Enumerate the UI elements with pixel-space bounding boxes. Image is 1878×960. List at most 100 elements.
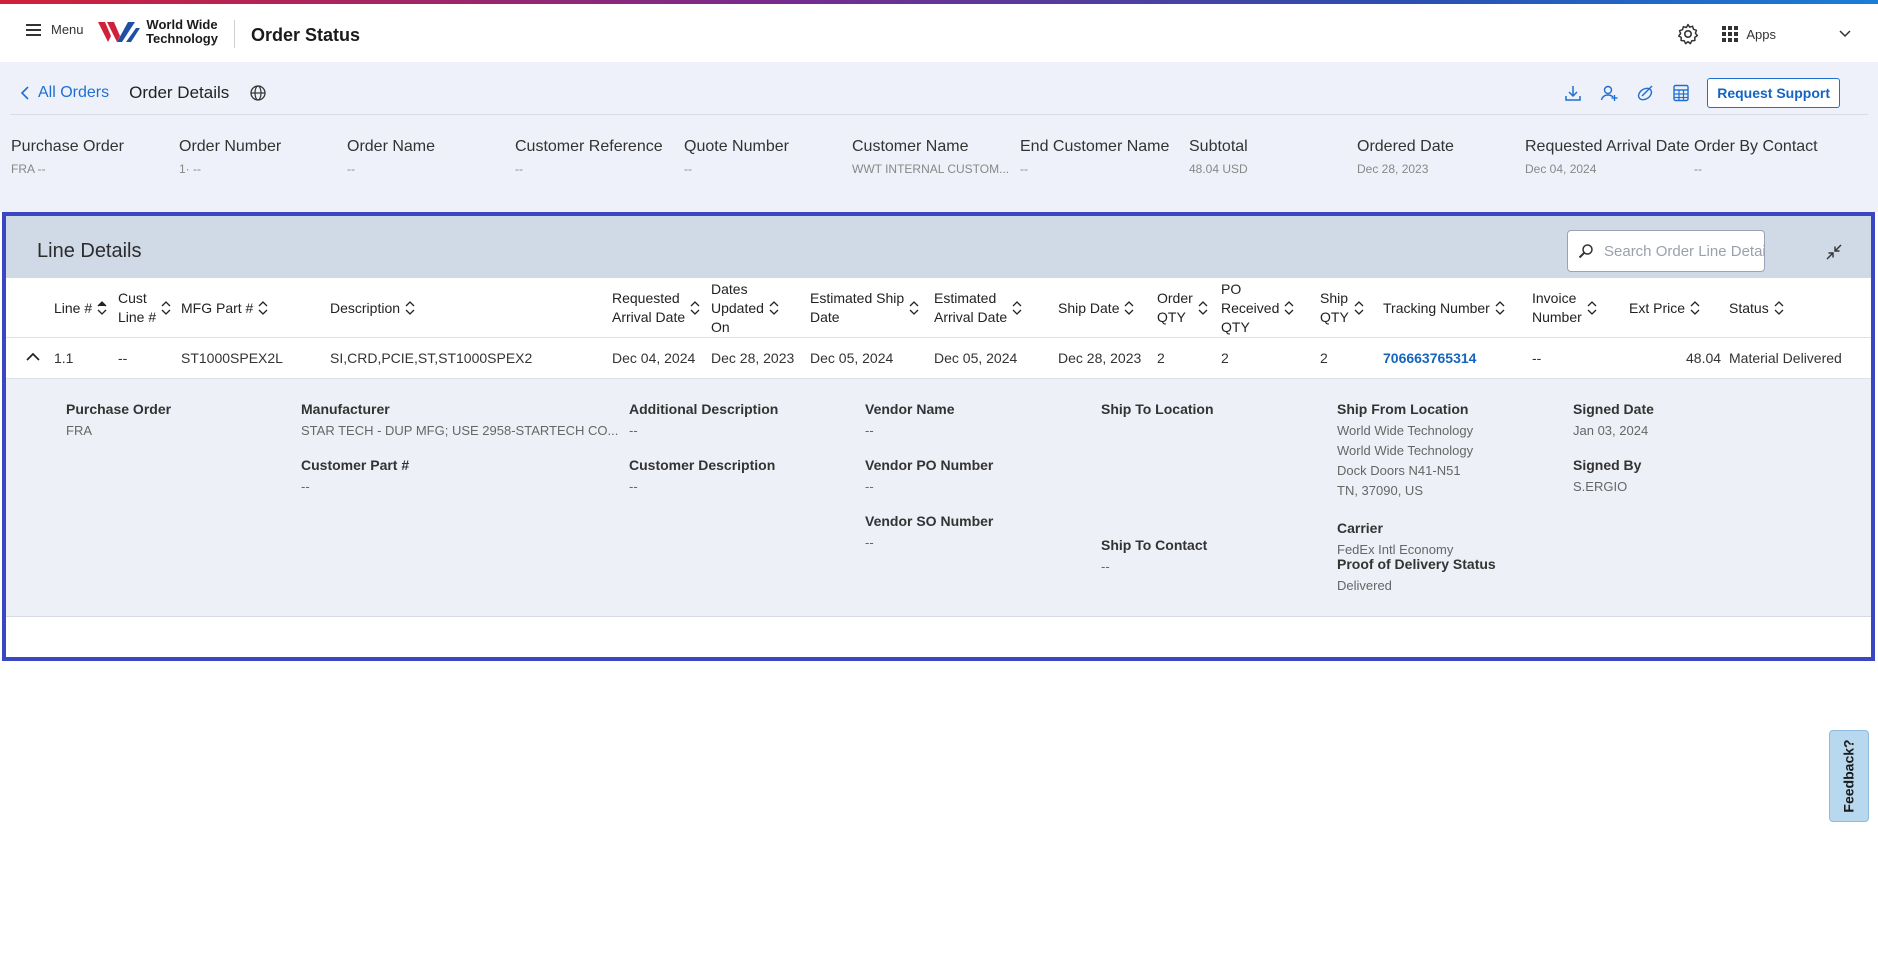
summary-end-customer-name: End Customer Name -- xyxy=(1020,138,1169,176)
column-header-line: Number xyxy=(1532,309,1582,325)
detail-value: -- xyxy=(629,479,638,494)
sort-icon[interactable] xyxy=(1198,301,1208,315)
all-orders-link[interactable]: All Orders xyxy=(20,84,109,102)
summary-key: Order By Contact xyxy=(1694,138,1818,155)
column-header-mfg-part[interactable]: MFG Part # xyxy=(181,278,321,338)
column-header-line: Arrival Date xyxy=(612,309,686,325)
calculator-icon[interactable] xyxy=(1671,83,1691,103)
sort-icon[interactable] xyxy=(1587,301,1597,315)
column-header-requested-arrival[interactable]: Requested Arrival Date xyxy=(612,278,707,338)
column-header-tracking-number[interactable]: Tracking Number xyxy=(1383,278,1523,338)
detail-key: Vendor SO Number xyxy=(865,513,994,529)
column-header-ship-qty[interactable]: Ship QTY xyxy=(1320,278,1378,338)
summary-key: Order Number xyxy=(179,138,282,155)
column-header-ext-price[interactable]: Ext Price xyxy=(1629,278,1724,338)
menu-icon xyxy=(26,23,41,36)
feedback-tab[interactable]: Feedback? xyxy=(1829,730,1869,822)
user-add-icon[interactable] xyxy=(1599,83,1619,103)
link-icon[interactable] xyxy=(1635,83,1655,103)
summary-key: Quote Number xyxy=(684,138,789,155)
detail-key: Ship To Contact xyxy=(1101,537,1208,553)
line-details-header: Line Details xyxy=(6,216,1871,278)
column-header-label: MFG Part # xyxy=(181,299,253,318)
column-header-status[interactable]: Status xyxy=(1729,278,1839,338)
summary-value: WWT INTERNAL CUSTOM... xyxy=(852,162,1010,176)
column-header-label: Description xyxy=(330,299,400,318)
cell-line: 1.1 xyxy=(54,350,74,366)
column-header-line: Ext Price xyxy=(1629,299,1686,316)
line-details-title: Line Details xyxy=(37,240,142,262)
column-header-line[interactable]: Line # xyxy=(54,278,109,338)
sort-icon[interactable] xyxy=(1690,301,1700,315)
request-support-button[interactable]: Request Support xyxy=(1707,78,1840,108)
detail-additional-description: Additional Description -- xyxy=(629,401,778,441)
column-header-order-qty[interactable]: Order QTY xyxy=(1157,278,1215,338)
sort-icon[interactable] xyxy=(97,301,107,315)
detail-ship-from-location: Ship From Location World Wide Technology… xyxy=(1337,401,1473,501)
chevron-down-icon[interactable] xyxy=(1838,27,1852,41)
sort-icon[interactable] xyxy=(1495,301,1505,315)
detail-value[interactable]: -- xyxy=(865,477,993,497)
table-row[interactable]: 1.1 -- ST1000SPEX2L SI,CRD,PCIE,ST,ST100… xyxy=(6,338,1871,379)
sort-icon[interactable] xyxy=(1012,301,1022,315)
sort-icon[interactable] xyxy=(909,301,919,315)
gear-icon[interactable] xyxy=(1676,22,1700,46)
detail-value: STAR TECH - DUP MFG; USE 2958-STARTECH C… xyxy=(301,423,619,438)
column-header-label: Invoice Number xyxy=(1532,289,1582,327)
sort-icon[interactable] xyxy=(1354,301,1364,315)
column-header-est-arrival[interactable]: Estimated Arrival Date xyxy=(934,278,1052,338)
summary-value: -- xyxy=(515,162,523,176)
brand-logo[interactable]: World Wide Technology xyxy=(98,18,218,46)
sort-icon[interactable] xyxy=(690,301,700,315)
column-header-dates-updated[interactable]: Dates Updated On xyxy=(711,278,806,338)
detail-key: Customer Description xyxy=(629,457,776,473)
header-divider xyxy=(234,20,235,48)
summary-value: Dec 04, 2024 xyxy=(1525,162,1597,176)
menu-button[interactable]: Menu xyxy=(26,22,84,37)
cell-cust-line: -- xyxy=(118,350,128,366)
summary-value: -- xyxy=(684,162,692,176)
summary-key: End Customer Name xyxy=(1020,138,1170,155)
column-header-label: Dates Updated On xyxy=(711,280,764,337)
sort-icon[interactable] xyxy=(405,301,415,315)
sort-icon[interactable] xyxy=(1284,301,1294,315)
globe-icon[interactable] xyxy=(249,84,267,102)
summary-key: Purchase Order xyxy=(11,138,124,155)
summary-key: Requested Arrival Date xyxy=(1525,138,1690,155)
summary-value: -- xyxy=(1020,162,1028,176)
sort-icon[interactable] xyxy=(161,301,171,315)
column-header-ship-date[interactable]: Ship Date xyxy=(1058,278,1153,338)
apps-label: Apps xyxy=(1746,26,1776,42)
detail-ship-to-contact: Ship To Contact -- xyxy=(1101,537,1207,577)
detail-key: Vendor Name xyxy=(865,401,955,417)
tracking-number-link[interactable]: 706663765314 xyxy=(1383,350,1476,366)
all-orders-label: All Orders xyxy=(38,84,110,101)
sort-icon[interactable] xyxy=(769,301,779,315)
column-header-invoice-number[interactable]: Invoice Number xyxy=(1532,278,1625,338)
column-header-line: QTY xyxy=(1320,309,1349,325)
collapse-icon[interactable] xyxy=(1824,242,1844,262)
sort-icon[interactable] xyxy=(1124,301,1134,315)
summary-order-number: Order Number 1· -- xyxy=(179,138,281,176)
apps-button[interactable]: Apps xyxy=(1722,26,1776,42)
detail-key: Manufacturer xyxy=(301,401,390,417)
summary-value: 48.04 USD xyxy=(1189,162,1248,176)
column-header-po-received-qty[interactable]: PO Received QTY xyxy=(1221,278,1316,338)
chevron-up-icon[interactable] xyxy=(26,352,40,362)
line-search[interactable] xyxy=(1567,230,1765,272)
wwt-logo-icon xyxy=(98,22,140,42)
download-icon[interactable] xyxy=(1563,83,1583,103)
sort-icon[interactable] xyxy=(1774,301,1784,315)
column-header-line: PO xyxy=(1221,280,1242,297)
column-header-cust-line[interactable]: Cust Line # xyxy=(118,278,176,338)
search-input[interactable] xyxy=(1604,242,1764,260)
address-line: Dock Doors N41-N51 xyxy=(1337,463,1461,478)
column-header-line: Order xyxy=(1157,290,1193,306)
sort-icon[interactable] xyxy=(258,301,268,315)
detail-purchase-order: Purchase Order FRA xyxy=(66,401,171,441)
column-header-line: Ship Date xyxy=(1058,299,1120,316)
column-header-est-ship[interactable]: Estimated Ship Date xyxy=(810,278,928,338)
summary-value: Dec 28, 2023 xyxy=(1357,162,1429,176)
column-header-description[interactable]: Description xyxy=(330,278,605,338)
detail-key: Signed By xyxy=(1573,457,1642,473)
